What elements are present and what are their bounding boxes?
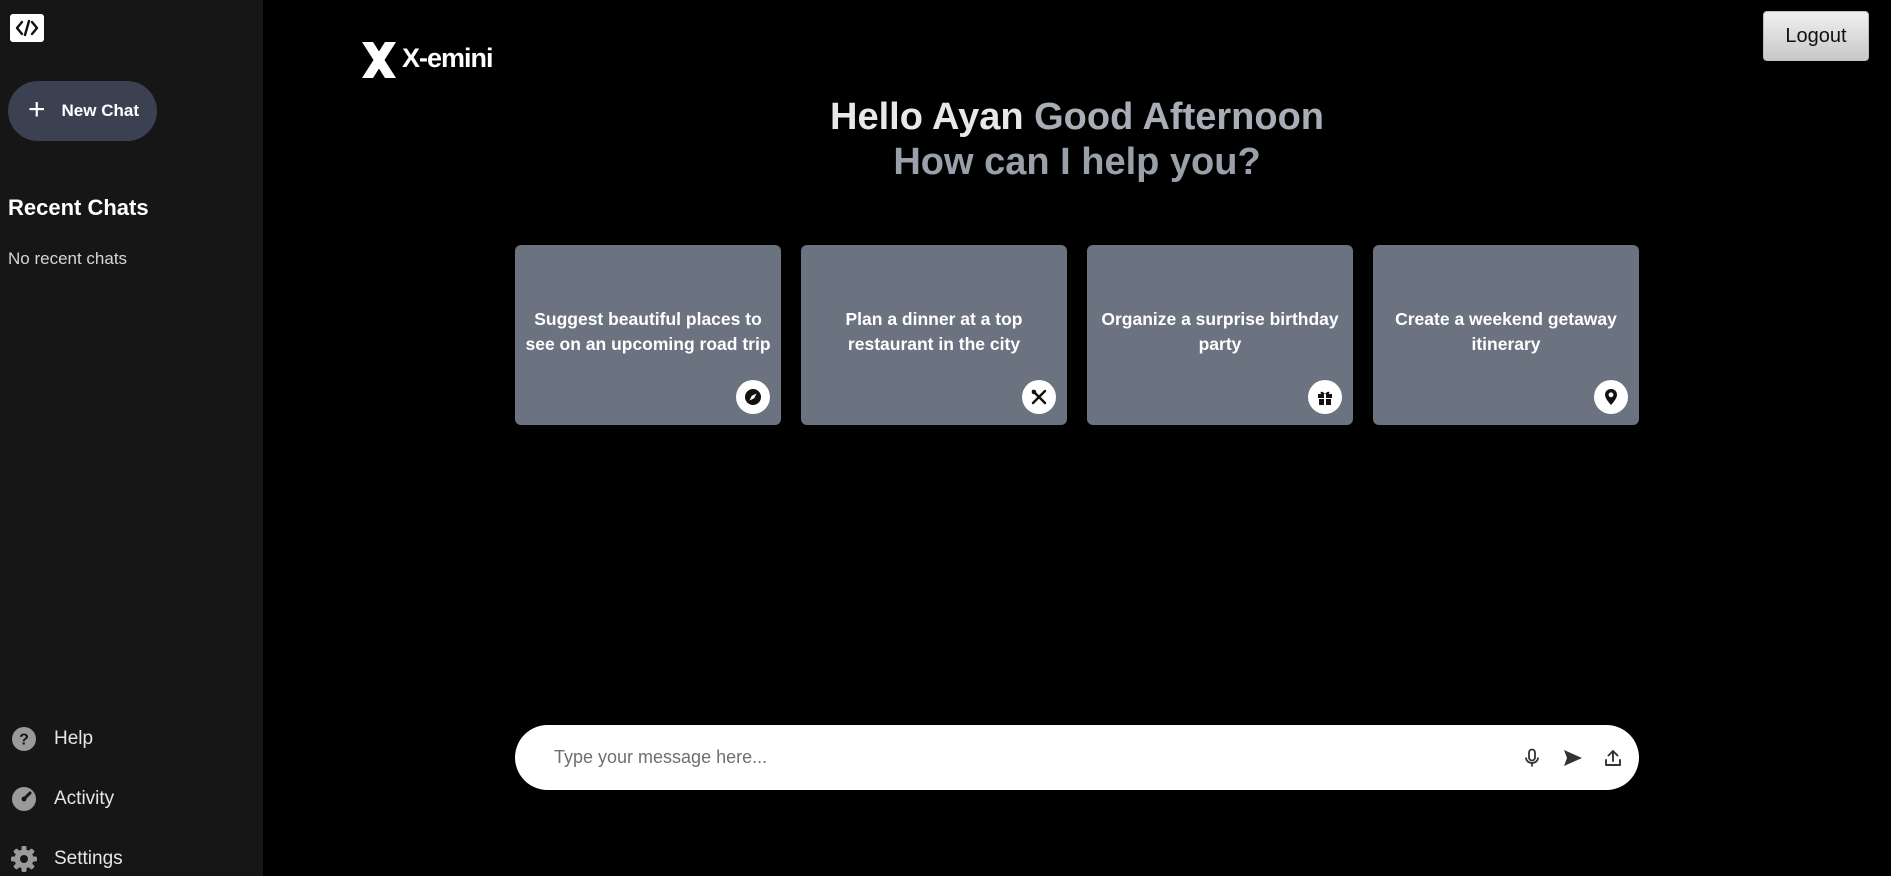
- suggestion-text: Create a weekend getaway itinerary: [1395, 309, 1617, 354]
- upload-icon[interactable]: [1600, 745, 1626, 771]
- suggestion-text: Organize a surprise birthday party: [1101, 309, 1339, 354]
- greeting-name: Hello Ayan: [830, 96, 1035, 138]
- message-input[interactable]: [554, 737, 1474, 777]
- utensils-icon: [1022, 380, 1056, 414]
- suggestion-cards: Suggest beautiful places to see on an up…: [515, 245, 1639, 425]
- sidebar-item-label: Help: [54, 728, 94, 749]
- compass-icon: [736, 380, 770, 414]
- sidebar-item-label: Settings: [54, 848, 123, 869]
- greeting-time: Good Afternoon: [1034, 96, 1324, 138]
- new-chat-button[interactable]: + New Chat: [8, 81, 157, 141]
- brand-name: X-emini: [402, 42, 494, 73]
- app-root: + New Chat Recent Chats No recent chats …: [0, 0, 1891, 876]
- greeting-line-2: How can I help you?: [893, 141, 1261, 183]
- main-area: X-emini Logout Hello Ayan Good Afternoon…: [263, 0, 1891, 876]
- suggestion-text: Suggest beautiful places to see on an up…: [525, 309, 771, 354]
- location-pin-icon: [1594, 380, 1628, 414]
- svg-text:?: ?: [19, 732, 29, 749]
- suggestion-text: Plan a dinner at a top restaurant in the…: [845, 309, 1023, 354]
- sidebar-item-activity[interactable]: Activity: [10, 785, 114, 813]
- new-chat-label: New Chat: [61, 101, 139, 120]
- microphone-icon[interactable]: [1519, 745, 1545, 771]
- suggestion-card[interactable]: Plan a dinner at a top restaurant in the…: [801, 245, 1067, 425]
- gift-icon: [1308, 380, 1342, 414]
- suggestion-card[interactable]: Suggest beautiful places to see on an up…: [515, 245, 781, 425]
- x-logo-icon: [362, 42, 396, 78]
- message-composer: [515, 725, 1639, 790]
- suggestion-card[interactable]: Organize a surprise birthday party: [1087, 245, 1353, 425]
- sidebar: + New Chat Recent Chats No recent chats …: [0, 0, 263, 876]
- code-brackets-icon[interactable]: [10, 14, 44, 42]
- plus-icon: +: [28, 92, 46, 126]
- activity-icon: [10, 785, 38, 813]
- logout-button[interactable]: Logout: [1763, 11, 1869, 61]
- sidebar-item-settings[interactable]: Settings: [10, 845, 123, 873]
- suggestion-card[interactable]: Create a weekend getaway itinerary: [1373, 245, 1639, 425]
- send-icon[interactable]: [1560, 745, 1586, 771]
- help-icon: ?: [10, 725, 38, 753]
- brand-logo[interactable]: X-emini: [359, 40, 494, 80]
- sidebar-item-help[interactable]: ? Help: [10, 725, 93, 753]
- sidebar-item-label: Activity: [54, 788, 115, 809]
- settings-icon: [10, 845, 38, 873]
- recent-chats-heading: Recent Chats: [8, 195, 149, 220]
- recent-chats-empty: No recent chats: [8, 249, 128, 268]
- greeting-line-1: Hello Ayan Good Afternoon: [263, 96, 1891, 139]
